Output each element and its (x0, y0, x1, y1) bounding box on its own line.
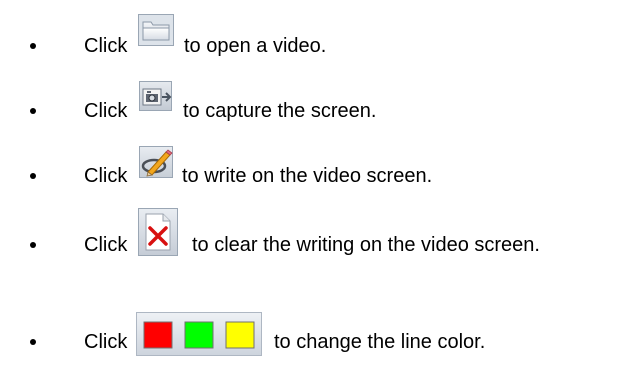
bullet (30, 242, 36, 248)
bullet (30, 43, 36, 49)
clear-writing-icon[interactable] (138, 208, 178, 256)
color-swatches-icon[interactable] (136, 312, 262, 356)
list-item-change-color: Click to change the line color. (0, 312, 630, 368)
red-swatch-icon (143, 321, 173, 349)
instruction-text: to open a video. (184, 35, 327, 57)
pen-write-icon[interactable] (139, 146, 173, 178)
bullet (30, 339, 36, 345)
bullet (30, 173, 36, 179)
click-word: Click (84, 35, 128, 57)
folder-icon[interactable] (138, 14, 174, 46)
instruction-text: to clear the writing on the video screen… (192, 234, 540, 256)
capture-screen-icon[interactable] (139, 81, 172, 111)
bullet (30, 108, 36, 114)
list-item-capture-screen: Click to capture the screen. (0, 79, 630, 135)
list-item-clear-writing: Click to clear the writing on the video … (0, 208, 630, 264)
instruction-text: to capture the screen. (183, 100, 377, 122)
click-word: Click (84, 331, 128, 353)
instruction-text: to change the line color. (274, 331, 486, 353)
click-word: Click (84, 100, 128, 122)
click-word: Click (84, 165, 128, 187)
instruction-text: to write on the video screen. (182, 165, 433, 187)
instruction-list: Click to open a video. Click to capture … (0, 0, 630, 369)
list-item-open-video: Click to open a video. (0, 14, 630, 70)
green-swatch-icon (184, 321, 214, 349)
list-item-write: Click to write on the video screen. (0, 144, 630, 200)
yellow-swatch-icon (225, 321, 255, 349)
click-word: Click (84, 234, 128, 256)
